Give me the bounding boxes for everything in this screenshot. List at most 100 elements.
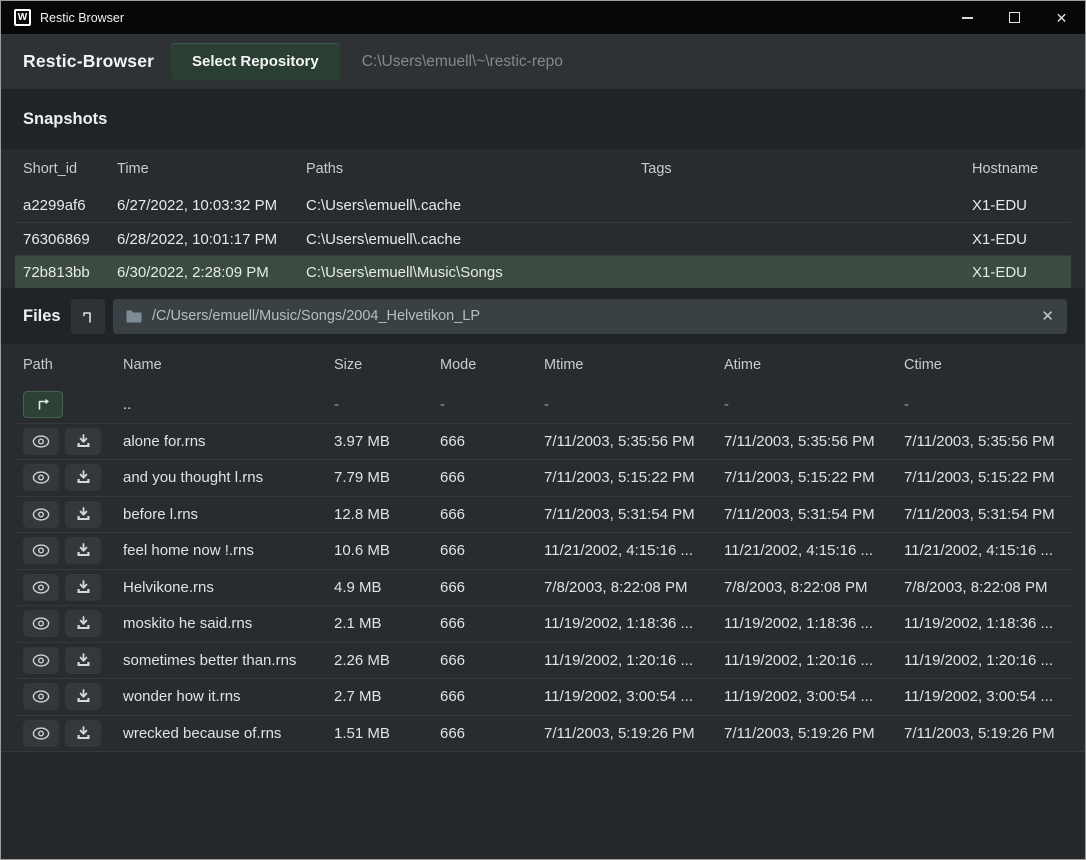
file-row[interactable]: and you thought l.rns7.79 MB6667/11/2003…	[15, 459, 1071, 496]
file-mode: 666	[440, 542, 544, 559]
file-actions	[23, 501, 123, 528]
file-mode: 666	[440, 579, 544, 596]
view-file-button[interactable]	[23, 537, 59, 564]
eye-icon	[32, 435, 50, 448]
go-parent-directory-button[interactable]	[23, 391, 63, 418]
file-mtime: 11/19/2002, 3:00:54 ...	[544, 688, 724, 705]
download-icon	[76, 434, 91, 449]
file-actions	[23, 464, 123, 491]
file-size: 7.79 MB	[334, 469, 440, 486]
file-name: alone for.rns	[123, 433, 334, 450]
file-mode: 666	[440, 469, 544, 486]
file-size: 3.97 MB	[334, 433, 440, 450]
file-name: wrecked because of.rns	[123, 725, 334, 742]
file-row[interactable]: before l.rns12.8 MB6667/11/2003, 5:31:54…	[15, 496, 1071, 533]
file-atime: 11/19/2002, 1:20:16 ...	[724, 652, 904, 669]
parent-directory-row[interactable]: ..-----	[15, 386, 1071, 423]
minimize-icon	[962, 17, 973, 19]
file-ctime: 11/21/2002, 4:15:16 ...	[904, 542, 1071, 559]
files-table-header: Path Name Size Mode Mtime Atime Ctime	[1, 344, 1085, 386]
eye-icon	[32, 617, 50, 630]
up-right-arrow-icon	[36, 397, 51, 411]
file-row[interactable]: alone for.rns3.97 MB6667/11/2003, 5:35:5…	[15, 423, 1071, 460]
download-file-button[interactable]	[65, 537, 101, 564]
download-file-button[interactable]	[65, 610, 101, 637]
column-header-ctime: Ctime	[904, 357, 1085, 373]
file-size: 1.51 MB	[334, 725, 440, 742]
snapshot-row[interactable]: 72b813bb6/30/2022, 2:28:09 PMC:\Users\em…	[15, 255, 1071, 288]
file-actions	[23, 428, 123, 455]
column-header-hostname: Hostname	[972, 161, 1085, 177]
file-actions	[23, 720, 123, 747]
parent-dir-icon	[80, 308, 96, 324]
view-file-button[interactable]	[23, 720, 59, 747]
download-file-button[interactable]	[65, 683, 101, 710]
app-logo-icon: W	[14, 9, 31, 26]
file-actions	[23, 537, 123, 564]
snapshots-table-header: Short_id Time Paths Tags Hostname	[1, 149, 1085, 189]
file-mtime: 7/11/2003, 5:35:56 PM	[544, 433, 724, 450]
file-row[interactable]: sometimes better than.rns2.26 MB66611/19…	[15, 642, 1071, 679]
file-actions	[23, 574, 123, 601]
file-row[interactable]: wonder how it.rns2.7 MB66611/19/2002, 3:…	[15, 678, 1071, 715]
download-file-button[interactable]	[65, 501, 101, 528]
eye-icon	[32, 690, 50, 703]
view-file-button[interactable]	[23, 683, 59, 710]
file-mtime: 11/21/2002, 4:15:16 ...	[544, 542, 724, 559]
snapshots-table: Short_id Time Paths Tags Hostname a2299a…	[1, 149, 1085, 288]
snapshot-row[interactable]: a2299af66/27/2022, 10:03:32 PMC:\Users\e…	[15, 189, 1071, 222]
snapshot-row[interactable]: 763068696/28/2022, 10:01:17 PMC:\Users\e…	[15, 222, 1071, 255]
download-file-button[interactable]	[65, 720, 101, 747]
eye-icon	[32, 508, 50, 521]
download-icon	[76, 470, 91, 485]
eye-icon	[32, 471, 50, 484]
window-title: Restic Browser	[40, 11, 944, 25]
clear-path-button[interactable]: ✕	[1031, 307, 1054, 325]
download-file-button[interactable]	[65, 464, 101, 491]
download-file-button[interactable]	[65, 647, 101, 674]
download-icon	[76, 580, 91, 595]
empty-area	[1, 751, 1085, 859]
view-file-button[interactable]	[23, 428, 59, 455]
file-mode: 666	[440, 652, 544, 669]
minimize-button[interactable]	[944, 1, 991, 34]
file-mode: -	[440, 396, 544, 413]
column-header-tags: Tags	[641, 161, 972, 177]
column-header-size: Size	[334, 357, 440, 373]
column-header-mode: Mode	[440, 357, 544, 373]
view-file-button[interactable]	[23, 574, 59, 601]
download-file-button[interactable]	[65, 428, 101, 455]
file-size: 2.7 MB	[334, 688, 440, 705]
view-file-button[interactable]	[23, 501, 59, 528]
file-ctime: 11/19/2002, 3:00:54 ...	[904, 688, 1071, 705]
app-header: Restic-Browser Select Repository C:\User…	[1, 34, 1085, 89]
file-ctime: 7/11/2003, 5:19:26 PM	[904, 725, 1071, 742]
view-file-button[interactable]	[23, 610, 59, 637]
file-atime: 7/11/2003, 5:31:54 PM	[724, 506, 904, 523]
file-name: sometimes better than.rns	[123, 652, 334, 669]
view-file-button[interactable]	[23, 464, 59, 491]
file-row[interactable]: feel home now !.rns10.6 MB66611/21/2002,…	[15, 532, 1071, 569]
snapshots-rows: a2299af66/27/2022, 10:03:32 PMC:\Users\e…	[15, 189, 1071, 288]
file-actions	[23, 683, 123, 710]
parent-directory-button[interactable]	[71, 299, 105, 334]
file-row[interactable]: moskito he said.rns2.1 MB66611/19/2002, …	[15, 605, 1071, 642]
maximize-button[interactable]	[991, 1, 1038, 34]
file-row[interactable]: wrecked because of.rns1.51 MB6667/11/200…	[15, 715, 1071, 752]
app-window: W Restic Browser ✕ Restic-Browser Select…	[0, 0, 1086, 860]
file-name: before l.rns	[123, 506, 334, 523]
download-file-button[interactable]	[65, 574, 101, 601]
close-button[interactable]: ✕	[1038, 1, 1085, 34]
file-row[interactable]: Helvikone.rns4.9 MB6667/8/2003, 8:22:08 …	[15, 569, 1071, 606]
file-mode: 666	[440, 433, 544, 450]
select-repository-button[interactable]: Select Repository	[171, 43, 340, 81]
files-path-bar[interactable]: /C/Users/emuell/Music/Songs/2004_Helveti…	[113, 299, 1067, 334]
folder-icon	[126, 310, 142, 323]
file-mtime: 7/8/2003, 8:22:08 PM	[544, 579, 724, 596]
file-size: 2.1 MB	[334, 615, 440, 632]
view-file-button[interactable]	[23, 647, 59, 674]
column-header-path: Path	[23, 357, 123, 373]
file-size: 10.6 MB	[334, 542, 440, 559]
file-size: 4.9 MB	[334, 579, 440, 596]
snapshot-short-id: a2299af6	[23, 197, 117, 214]
